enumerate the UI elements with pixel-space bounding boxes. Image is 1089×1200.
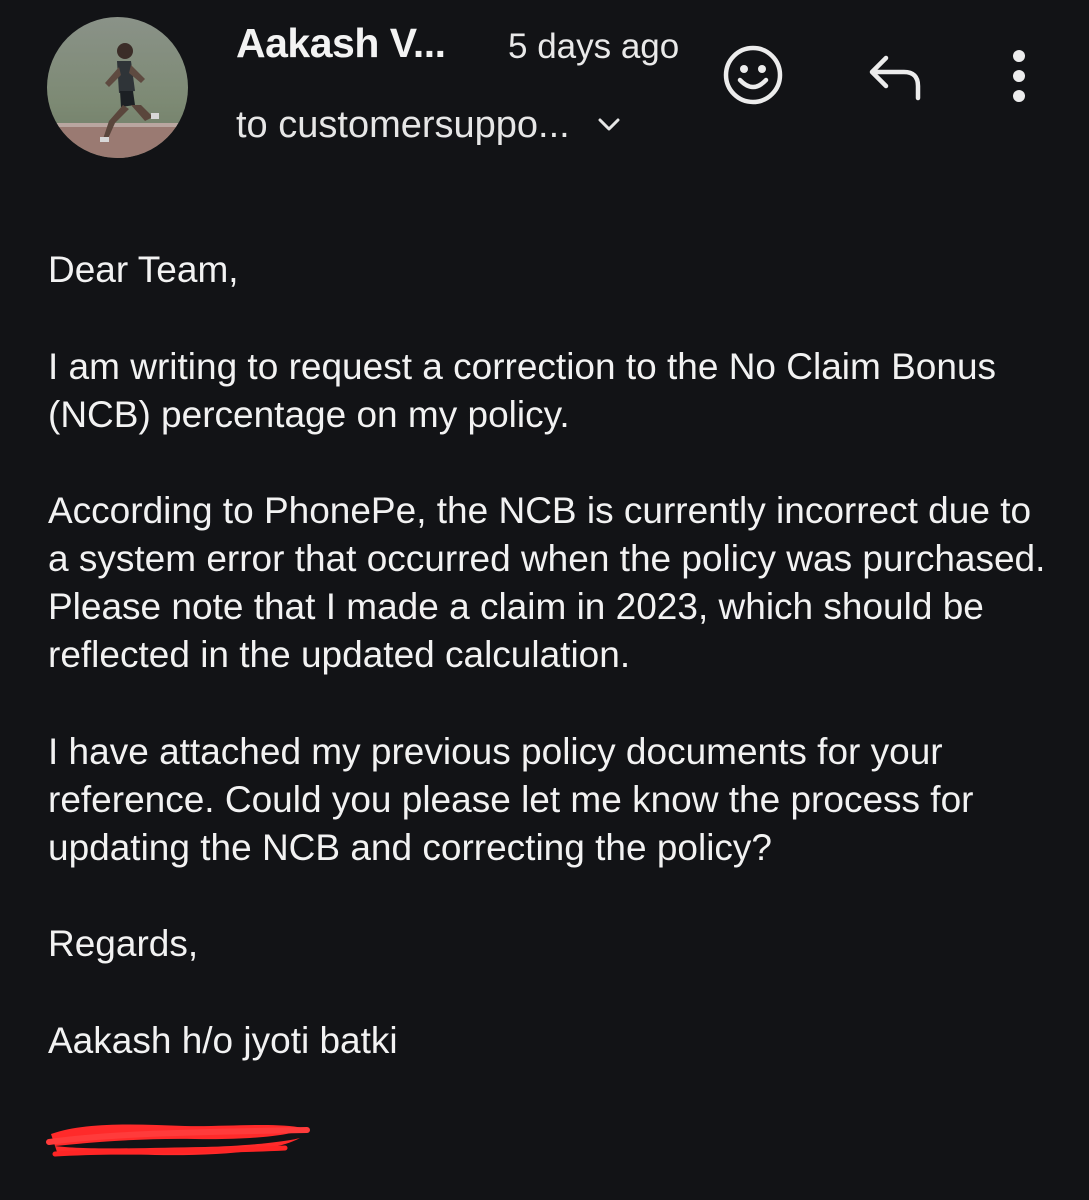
recipient-details-toggle[interactable]: to customersuppo... [236, 100, 624, 150]
smiley-icon[interactable] [722, 44, 784, 106]
chevron-down-icon [598, 118, 620, 131]
greeting: Dear Team, [48, 249, 239, 290]
sender-avatar[interactable] [47, 17, 188, 158]
message-body: Dear Team, I am writing to request a cor… [48, 246, 1058, 1065]
reply-icon[interactable] [866, 52, 924, 102]
signature: Aakash h/o jyoti batki [48, 1020, 398, 1061]
recipient-label: to customersuppo... [236, 103, 570, 146]
message-paragraph: I am writing to request a correction to … [48, 346, 997, 435]
message-paragraph: I have attached my previous policy docum… [48, 731, 974, 868]
sender-name[interactable]: Aakash V... [236, 20, 446, 67]
redaction-scribble [46, 1124, 310, 1157]
timestamp: 5 days ago [508, 27, 680, 66]
closing: Regards, [48, 923, 199, 964]
message-paragraph: According to PhonePe, the NCB is current… [48, 490, 1046, 675]
more-vertical-icon[interactable] [1002, 48, 1036, 104]
message-header: Aakash V... 5 days ago to customersuppo.… [0, 0, 1089, 200]
